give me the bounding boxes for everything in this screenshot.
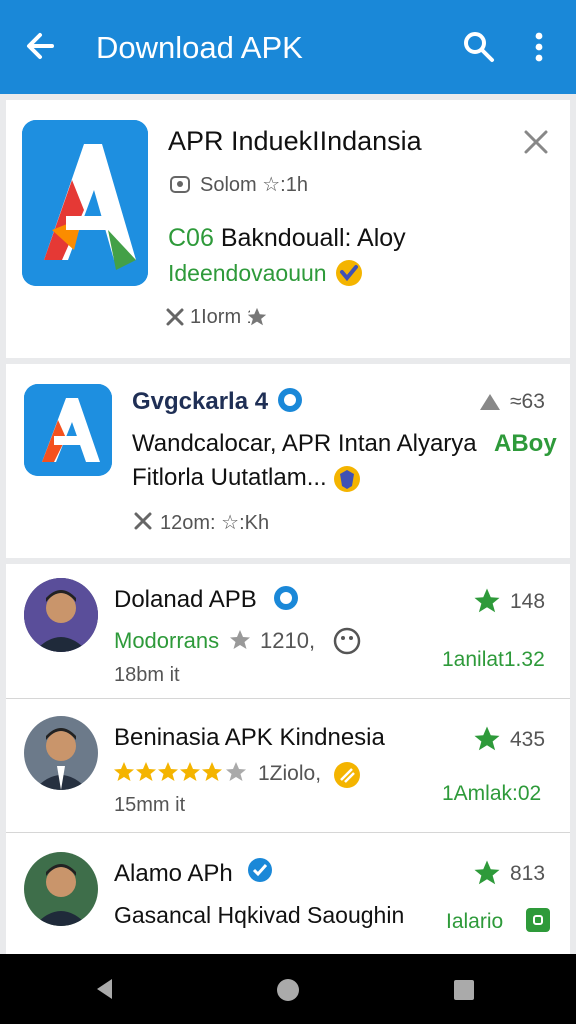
avatar [24,716,98,790]
app-bar: Download APK [0,0,576,94]
list-item-right: 1Amlak:02 [442,782,542,805]
featured-line1-text: Bakndouall: Aloy [220,224,406,252]
app-logo-icon [24,384,112,476]
list-item-title: Dolanad APB [114,586,257,613]
star-icon [472,858,502,888]
featured-app-title: APR InduekIIndansia [168,126,422,156]
emoji-icon [332,626,362,656]
page-title: Download APK [96,30,303,65]
app-logo-icon [22,120,148,286]
share-icon [132,510,154,532]
featured-meta: Solom ☆:1h [200,174,308,196]
system-nav-bar [0,954,576,1024]
verified-badge-icon [272,584,300,612]
list-item-meta: 18bm it [114,664,180,686]
download-size-icon [168,172,192,196]
avatar [24,578,98,652]
share-icon [164,306,186,328]
nav-back-icon[interactable] [92,976,118,1002]
star-icon [472,724,502,754]
more-options-icon[interactable] [524,28,554,68]
list-item-sub-extra: 1210, [260,628,316,653]
list-item-right: Ialario [446,910,504,933]
app2-desc1: Wandcalocar, APR Intan Alyarya [132,430,477,457]
list-item-sub: Gasancal Hqkivad Saoughin [114,902,405,928]
nav-home-icon[interactable] [274,976,302,1004]
version-code: C06 [168,224,214,252]
featured-line2: Ideendovaouun [168,260,327,286]
close-icon[interactable] [522,128,550,156]
list-item-sub-extra: 1Ziolo, [258,762,322,785]
rating-stars [112,760,252,784]
download-icon [476,388,504,416]
app-list: Dolanad APB 148 Modorrans 1210, 18bm it … [6,564,570,954]
list-item-meta: 15mm it [114,794,186,816]
list-item-rating: 435 [510,728,546,751]
app2-desc-badge: ABoy [494,430,557,457]
verified-badge-icon [246,856,274,884]
featured-app-card[interactable]: APR InduekIIndansia Solom ☆:1h C06 Baknd… [6,100,570,358]
list-item-title: Alamo APh [114,860,233,887]
featured-line1: C06 Bakndouall: Aloy [168,224,406,253]
star-icon [228,628,252,652]
app2-desc2: Fitlorla Uutatlam... [132,464,327,491]
app-badge-icon [526,908,550,932]
avatar [24,852,98,926]
list-item-title: Beninasia APK Kindnesia [114,724,385,751]
verified-badge-icon [276,386,304,414]
divider [6,832,570,833]
shield-badge-icon [332,464,362,494]
list-item-rating: 148 [510,590,546,613]
list-item-rating: 813 [510,862,546,885]
app2-stats: 12om: ☆:Kh [160,512,270,534]
divider [6,698,570,699]
app2-title: Gvgckarla 4 [132,388,269,415]
back-arrow-icon[interactable] [22,26,62,66]
list-item-sub: Modorrans [114,628,220,653]
star-icon [472,586,502,616]
featured-stats: 1Iorm 1Mh [190,306,250,328]
search-icon[interactable] [460,28,498,66]
app2-count: ≈63 [510,390,545,413]
shield-badge-icon [334,258,364,288]
nav-recents-icon[interactable] [452,978,476,1002]
lightning-badge-icon [332,760,362,790]
list-edge [16,934,166,954]
list-item-right: 1anilat1.32 [442,648,545,671]
app-card-2[interactable]: Gvgckarla 4 ≈63 Wandcalocar, APR Intan A… [6,364,570,558]
